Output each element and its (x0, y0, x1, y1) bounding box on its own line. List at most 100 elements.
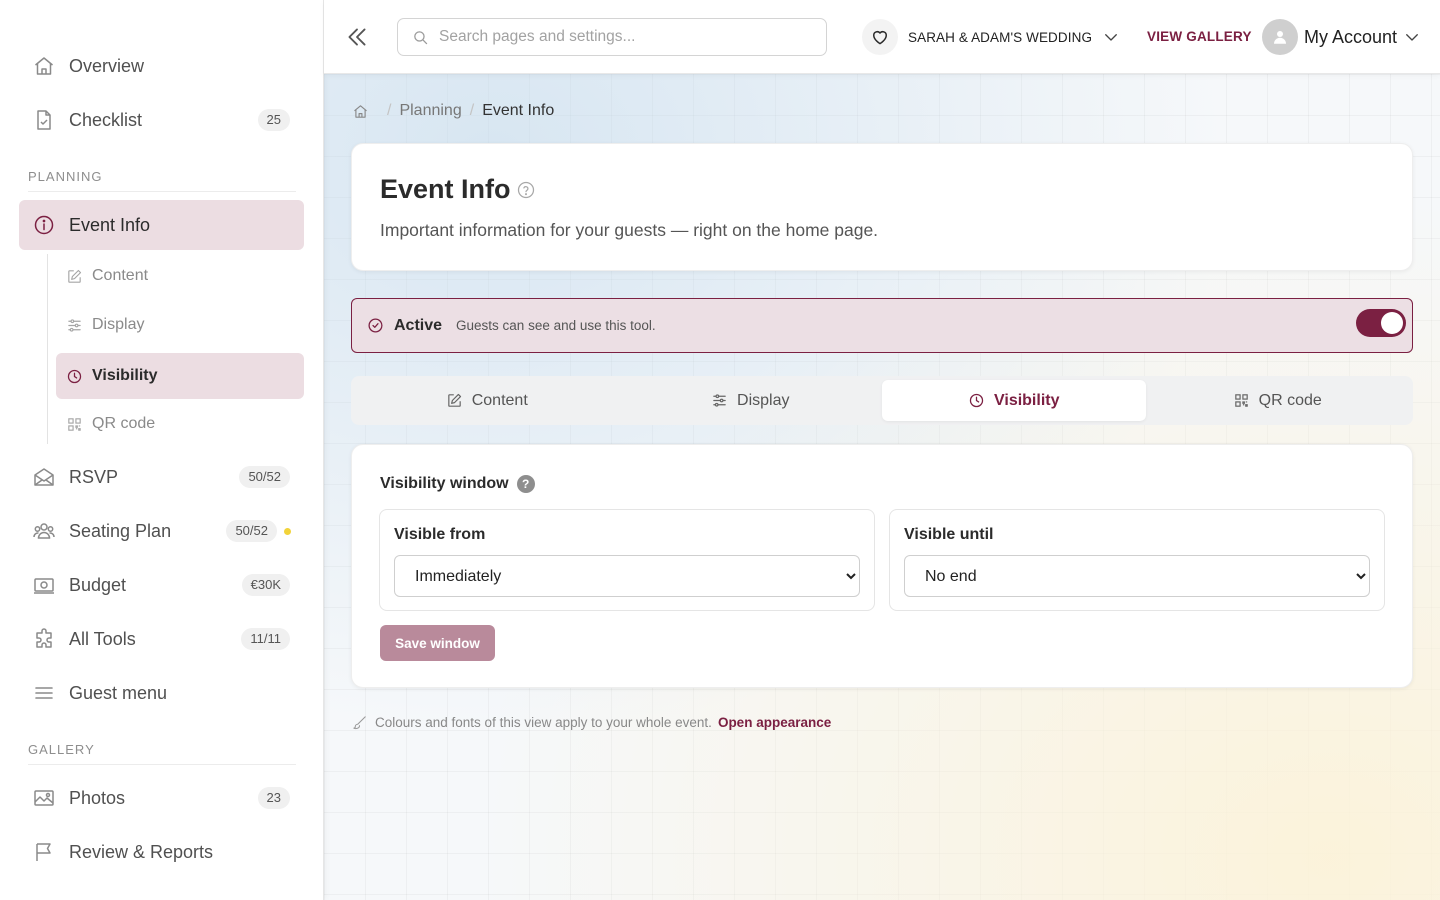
sidebar-item-photos[interactable]: Photos 23 (19, 773, 304, 823)
people-icon (33, 523, 55, 539)
info-icon (34, 215, 54, 235)
menu-icon (35, 687, 53, 699)
count-badge: 23 (257, 787, 290, 809)
search-input[interactable] (439, 28, 799, 46)
status-description: Guests can see and use this tool. (456, 318, 656, 333)
flag-icon (36, 843, 51, 861)
sidebar-subitem-label: Visibility (92, 367, 158, 384)
sidebar-item-all-tools[interactable]: All Tools 11/11 (19, 614, 304, 664)
breadcrumb-planning[interactable]: Planning (399, 102, 461, 120)
user-icon (1274, 31, 1286, 44)
sidebar-item-label: Review & Reports (69, 841, 214, 862)
help-circle-icon[interactable] (516, 180, 536, 200)
account-label: My Account (1304, 26, 1398, 47)
sidebar-item-label: Budget (69, 574, 127, 595)
tab-label: Display (737, 391, 790, 409)
search-box[interactable] (397, 18, 827, 56)
count-badge: 25 (257, 109, 290, 131)
sidebar-item-checklist[interactable]: Checklist 25 (19, 95, 304, 145)
chevron-down-icon (1105, 34, 1117, 41)
main-content: / Planning / Event Info Event Info Impor… (324, 74, 1440, 900)
visible-until-select[interactable]: No end (904, 555, 1370, 597)
visible-from-label: Visible from (394, 526, 486, 543)
clock-icon (969, 393, 984, 408)
chevron-down-icon (1406, 34, 1418, 41)
account-menu[interactable]: My Account (1262, 18, 1421, 56)
visibility-window-card: Visibility window ? Visible from Immedia… (351, 444, 1413, 688)
sidebar-subitem-label: QR code (92, 415, 156, 432)
visible-until-box: Visible until No end (889, 509, 1385, 611)
edit-icon (447, 393, 461, 407)
count-badge: 11/11 (241, 628, 290, 650)
tab-display[interactable]: Display (619, 380, 883, 421)
event-avatar (862, 19, 898, 55)
visible-from-select[interactable]: Immediately (394, 555, 860, 597)
page-subtitle: Important information for your guests — … (380, 220, 879, 240)
visible-until-label: Visible until (904, 526, 994, 543)
section-label-planning: PLANNING (28, 169, 296, 192)
clock-icon (67, 369, 82, 383)
breadcrumb-separator: / (387, 102, 392, 119)
open-appearance-link[interactable]: Open appearance (718, 715, 831, 730)
tab-qr-code[interactable]: QR code (1146, 380, 1410, 421)
image-icon (34, 790, 54, 806)
sidebar-item-review-reports[interactable]: Review & Reports (19, 827, 304, 877)
sidebar-item-event-info[interactable]: Event Info (19, 200, 304, 250)
status-title: Active (394, 316, 443, 334)
search-icon (414, 30, 428, 44)
sliders-icon (68, 318, 81, 332)
sidebar-item-label: Overview (69, 55, 145, 76)
sidebar-item-seating-plan[interactable]: Seating Plan 50/52 (19, 506, 304, 556)
footnote-text: Colours and fonts of this view apply to … (375, 715, 712, 730)
heart-icon (873, 31, 887, 45)
event-name: SARAH & ADAM'S WEDDING (908, 29, 1093, 45)
sidebar-item-label: Photos (69, 787, 126, 808)
top-bar: SARAH & ADAM'S WEDDING VIEW GALLERY My A… (324, 0, 1440, 74)
active-toggle[interactable] (1356, 309, 1406, 337)
tab-label: QR code (1258, 391, 1322, 409)
document-check-icon (37, 110, 51, 130)
breadcrumb-current: Event Info (482, 102, 555, 119)
sidebar-item-overview[interactable]: Overview (19, 41, 304, 91)
home-icon[interactable] (352, 103, 369, 120)
sidebar-item-guest-menu[interactable]: Guest menu (19, 668, 304, 718)
sidebar-item-rsvp[interactable]: RSVP 50/52 (19, 452, 304, 502)
sidebar-subitem-label: Content (92, 267, 149, 284)
view-gallery-link[interactable]: VIEW GALLERY (1147, 29, 1252, 44)
tab-content[interactable]: Content (355, 380, 619, 421)
visibility-window-title: Visibility window (380, 475, 509, 492)
count-badge: 50/52 (226, 520, 277, 542)
qr-code-icon (1234, 394, 1248, 407)
tool-tabs: Content Display Visibility QR code (351, 376, 1413, 425)
breadcrumb: / Planning / Event Info (352, 102, 554, 120)
tab-visibility[interactable]: Visibility (882, 380, 1146, 421)
page-header-card: Event Info Important information for you… (351, 143, 1413, 271)
envelope-open-icon (34, 468, 54, 486)
collapse-sidebar-icon[interactable] (344, 24, 370, 50)
edit-icon (68, 269, 82, 283)
help-icon[interactable]: ? (516, 475, 535, 493)
save-window-button[interactable]: Save window (380, 625, 495, 661)
toggle-knob (1381, 312, 1403, 334)
event-switcher[interactable]: SARAH & ADAM'S WEDDING (862, 18, 1120, 56)
tab-label: Visibility (993, 391, 1060, 409)
breadcrumb-separator: / (469, 102, 475, 119)
count-badge: 50/52 (239, 466, 290, 488)
sidebar-item-label: RSVP (69, 466, 119, 487)
sidebar-subitem-display[interactable]: Display (56, 302, 304, 348)
active-status-bar: Active Guests can see and use this tool. (351, 298, 1413, 353)
sidebar-item-label: Guest menu (69, 682, 168, 703)
sliders-icon (713, 394, 726, 407)
visibility-window-heading: Visibility window ? (380, 475, 535, 493)
tab-label: Content (471, 391, 528, 409)
sidebar-subitem-qr-code[interactable]: QR code (56, 401, 304, 447)
sidebar-item-label: Event Info (69, 214, 151, 235)
check-circle-icon (368, 318, 383, 333)
sidebar-item-budget[interactable]: Budget €30K (19, 560, 304, 610)
sidebar-subitem-content[interactable]: Content (56, 253, 304, 299)
visible-from-box: Visible from Immediately (379, 509, 875, 611)
sidebar-subitem-visibility[interactable]: Visibility (56, 353, 304, 399)
qr-code-icon (68, 417, 81, 431)
sidebar-item-label: Seating Plan (69, 520, 172, 541)
avatar (1262, 19, 1298, 55)
